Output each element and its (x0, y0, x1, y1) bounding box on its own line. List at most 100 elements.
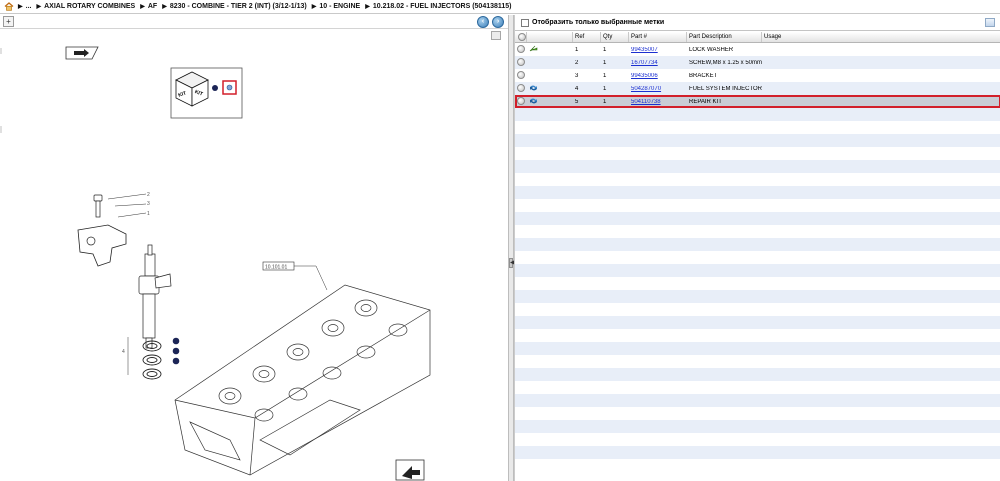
empty-row (515, 433, 1000, 446)
empty-row (515, 355, 1000, 368)
row-select-icon[interactable] (517, 83, 525, 92)
row-ref: 5 (575, 98, 579, 105)
empty-row (515, 368, 1000, 381)
row-status-cell (527, 97, 573, 107)
parts-diagram[interactable]: KIT KIT 2 3 1 4 10.101.01 (0, 30, 508, 481)
row-ref: 2 (575, 59, 579, 66)
row-part-number-link[interactable]: 504110738 (629, 99, 687, 105)
header-part-number[interactable]: Part # (629, 32, 687, 42)
empty-row (515, 199, 1000, 212)
breadcrumb-item[interactable]: ▶ 8230 - COMBINE - TIER 2 (INT) (3/12-1/1… (157, 3, 307, 10)
row-part-number-link[interactable]: 99435007 (629, 47, 687, 53)
header-select-all[interactable] (515, 32, 527, 42)
table-row[interactable]: 3 1 99435006 BRACKET (515, 69, 1000, 82)
green-arrow-icon[interactable] (529, 45, 538, 53)
diagram-nav-tab[interactable] (65, 46, 99, 60)
header-part-description[interactable]: Part Description (687, 32, 762, 42)
previous-icon[interactable]: ‹ (477, 16, 489, 28)
breadcrumb-item[interactable]: ▶... (18, 3, 31, 10)
row-part-description: LOCK WASHER (689, 46, 734, 53)
empty-row (515, 316, 1000, 329)
injector-illustration (138, 244, 172, 349)
expand-icon[interactable]: + (3, 16, 14, 27)
row-select-cell[interactable] (515, 44, 527, 55)
empty-row (515, 134, 1000, 147)
row-ref: 1 (575, 46, 579, 53)
row-qty: 1 (603, 98, 607, 105)
row-part-description: BRACKET (689, 72, 718, 79)
row-select-icon[interactable] (517, 57, 525, 66)
row-select-cell[interactable] (515, 96, 527, 107)
column-settings-icon[interactable] (985, 18, 995, 27)
empty-row (515, 459, 1000, 472)
row-qty: 1 (603, 59, 607, 66)
row-select-icon[interactable] (517, 70, 525, 79)
table-header: Ref Qty Part # Part Description Usage (515, 32, 1000, 43)
engine-reference-tag[interactable]: 10.101.01 (262, 261, 328, 291)
show-selected-only-checkbox[interactable] (521, 18, 529, 27)
next-page-icon[interactable] (395, 459, 425, 481)
empty-row (515, 381, 1000, 394)
kit-box-illustration: KIT KIT (170, 67, 243, 119)
row-status-cell (527, 84, 573, 94)
row-select-cell[interactable] (515, 57, 527, 68)
breadcrumb-item[interactable]: ▶ AF (135, 3, 157, 10)
empty-row (515, 212, 1000, 225)
empty-row (515, 173, 1000, 186)
row-qty: 1 (603, 72, 607, 79)
table-row[interactable]: 2 1 16707734 SCREW,M8 x 1.25 x 50mm (515, 56, 1000, 69)
row-part-description: SCREW,M8 x 1.25 x 50mm (689, 59, 762, 66)
callout-label: 4 (122, 349, 125, 355)
empty-row (515, 446, 1000, 459)
row-part-description: REPAIR KIT (689, 98, 722, 105)
empty-row (515, 147, 1000, 160)
empty-row (515, 251, 1000, 264)
blue-arrows-icon[interactable] (529, 84, 538, 92)
empty-row (515, 121, 1000, 134)
row-qty: 1 (603, 85, 607, 92)
next-icon[interactable]: › (492, 16, 504, 28)
callout-label: 2 (147, 192, 150, 198)
breadcrumb-item[interactable]: ▶ 10 - ENGINE (307, 3, 360, 10)
table-row[interactable]: 1 1 99435007 LOCK WASHER (515, 43, 1000, 56)
blue-arrows-icon[interactable] (529, 97, 538, 105)
row-part-number-link[interactable]: 99435006 (629, 73, 687, 79)
parts-list-pane: Отобразить только выбранные метки Ref Qt… (514, 15, 1000, 481)
callout-label: 3 (147, 201, 150, 207)
row-part-number-link[interactable]: 16707734 (629, 60, 687, 66)
row-status-cell (527, 45, 573, 55)
empty-row (515, 342, 1000, 355)
parts-table: 1 1 99435007 LOCK WASHER 2 1 16707734 SCREW,M8 … (515, 43, 1000, 481)
row-select-cell[interactable] (515, 83, 527, 94)
empty-row (515, 290, 1000, 303)
bracket-illustration (77, 224, 127, 267)
screw-illustration (93, 194, 103, 218)
home-icon[interactable] (4, 2, 14, 11)
breadcrumb-item-current: ▶ 10.218.02 - FUEL INJECTORS (504138115) (365, 3, 512, 10)
row-select-cell[interactable] (515, 70, 527, 81)
select-all-icon[interactable] (517, 33, 526, 41)
empty-row (515, 329, 1000, 342)
row-part-description: FUEL SYSTEM INJECTOR (689, 85, 762, 92)
empty-row (515, 277, 1000, 290)
header-qty[interactable]: Qty (601, 32, 629, 42)
empty-row (515, 186, 1000, 199)
header-ref[interactable]: Ref (573, 32, 601, 42)
parts-list-toolbar: Отобразить только выбранные метки (515, 15, 1000, 31)
table-row-selected[interactable]: 5 1 504110738 REPAIR KIT (515, 95, 1000, 108)
row-select-icon[interactable] (517, 44, 525, 53)
empty-row (515, 303, 1000, 316)
empty-row (515, 160, 1000, 173)
header-usage[interactable]: Usage (762, 32, 1000, 42)
empty-row (515, 238, 1000, 251)
table-row[interactable]: 4 1 504287070 FUEL SYSTEM INJECTOR (515, 82, 1000, 95)
empty-row (515, 407, 1000, 420)
row-select-icon[interactable] (517, 96, 525, 105)
empty-row (515, 264, 1000, 277)
callout-label: 1 (147, 211, 150, 217)
show-selected-only-label: Отобразить только выбранные метки (532, 19, 665, 26)
breadcrumb-item[interactable]: ▶ AXIAL ROTARY COMBINES (31, 3, 135, 10)
collapse-icon[interactable]: ◀ (509, 258, 515, 268)
row-part-number-link[interactable]: 504287070 (629, 86, 687, 92)
engine-block-illustration (174, 284, 431, 476)
